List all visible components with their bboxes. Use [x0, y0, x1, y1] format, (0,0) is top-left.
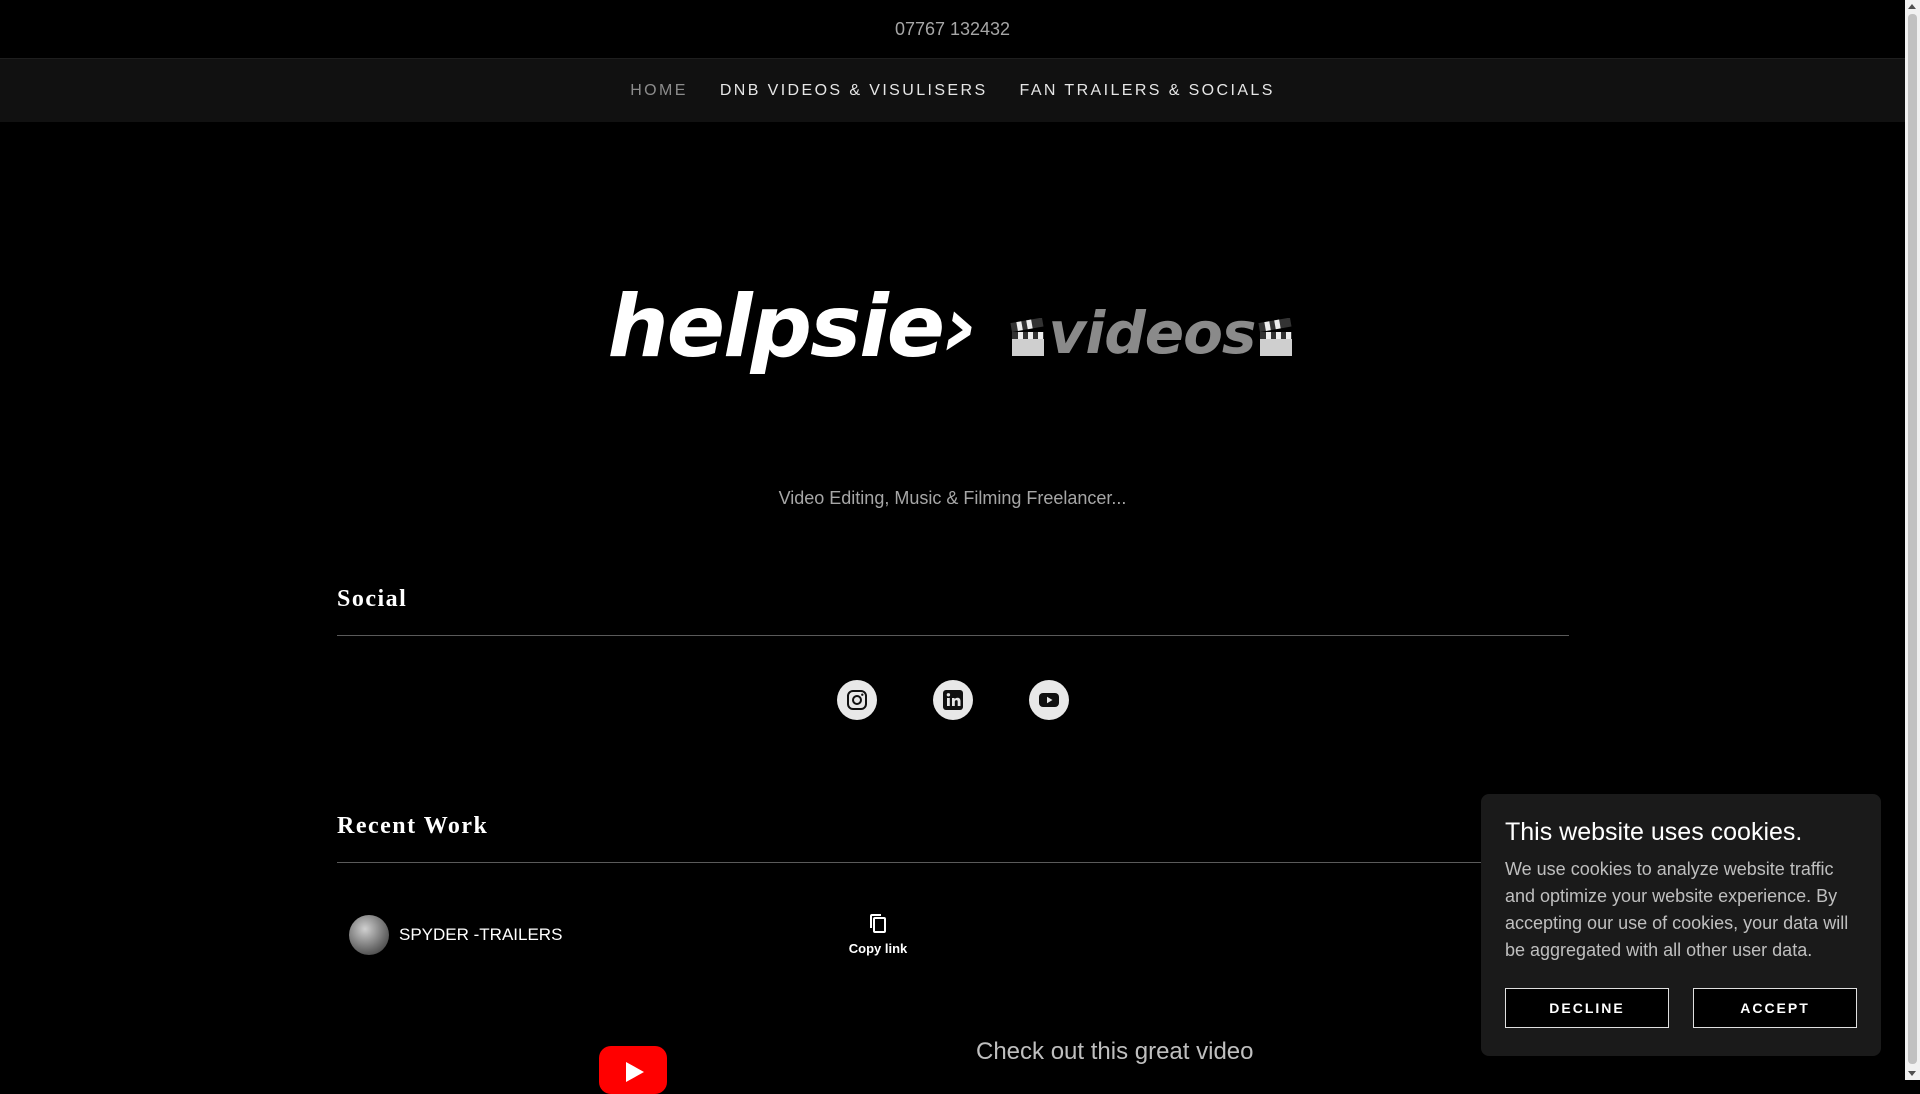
scroll-up-arrow-icon[interactable]: [1908, 4, 1916, 9]
channel-avatar[interactable]: [349, 915, 389, 955]
copy-link-label: Copy link: [848, 941, 908, 956]
accept-button[interactable]: ACCEPT: [1693, 988, 1857, 1028]
scroll-down-arrow-icon[interactable]: [1908, 1071, 1916, 1076]
phone-number[interactable]: 07767 132432: [895, 19, 1010, 40]
scrollbar[interactable]: [1905, 0, 1920, 1080]
copy-link-button[interactable]: Copy link: [848, 913, 908, 956]
cookie-title: This website uses cookies.: [1505, 818, 1803, 846]
decline-button[interactable]: DECLINE: [1505, 988, 1669, 1028]
cookie-banner: This website uses cookies. We use cookie…: [1481, 794, 1881, 1056]
logo-word-videos: videos: [1007, 304, 1298, 362]
section-title-social: Social: [337, 586, 408, 612]
logo-videos-text: videos: [1048, 299, 1257, 367]
top-bar: 07767 132432: [0, 0, 1905, 59]
copy-icon: [870, 914, 886, 933]
site-logo[interactable]: helpsie› videos: [608, 284, 1298, 370]
nav-item-fan-trailers[interactable]: FAN TRAILERS & SOCIALS: [1020, 82, 1275, 100]
youtube-icon: [1038, 693, 1059, 707]
cookie-body: We use cookies to analyze website traffi…: [1505, 859, 1849, 960]
youtube-link[interactable]: [1028, 680, 1069, 720]
nav-item-dnb-videos[interactable]: DNB VIDEOS & VISULISERS: [720, 82, 988, 100]
main-nav: HOME DNB VIDEOS & VISULISERS FAN TRAILER…: [0, 59, 1905, 122]
tagline: Video Editing, Music & Filming Freelance…: [778, 488, 1127, 508]
instagram-link[interactable]: [836, 680, 877, 720]
channel-name[interactable]: SPYDER -TRAILERS: [399, 925, 562, 945]
video-header: SPYDER -TRAILERS: [337, 910, 937, 960]
section-title-recent-work: Recent Work: [337, 813, 489, 839]
youtube-play-button[interactable]: [599, 1046, 667, 1094]
social-links: [0, 680, 1905, 720]
play-icon: [626, 1062, 644, 1082]
video-caption: Check out this great video: [976, 1038, 1254, 1065]
linkedin-link[interactable]: [932, 680, 973, 720]
instagram-icon: [846, 690, 867, 710]
divider: [337, 862, 1569, 863]
clapperboard-icon: [1009, 318, 1044, 356]
clapperboard-icon: [1258, 318, 1293, 356]
logo-word-helpsie: helpsie›: [607, 277, 979, 377]
divider: [337, 635, 1569, 636]
linkedin-icon: [942, 690, 963, 710]
scrollbar-thumb[interactable]: [1908, 14, 1917, 1064]
nav-item-home[interactable]: HOME: [630, 82, 688, 100]
